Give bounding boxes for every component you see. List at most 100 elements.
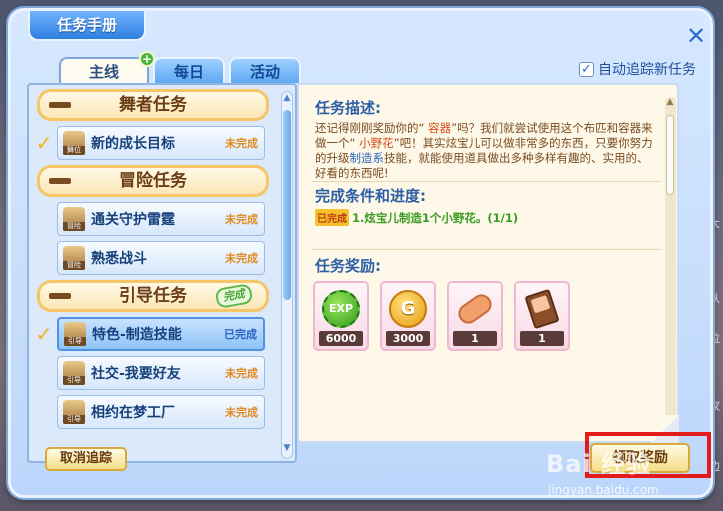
tab-label: 主线 [88, 63, 119, 81]
quest-type-icon: 冒险 [63, 207, 85, 231]
quest-item[interactable]: 冒险 通关守护雷霆 未完成 [57, 202, 265, 236]
tracked-check-icon[interactable]: ✓ [33, 322, 55, 346]
gold-coin-icon: G [389, 290, 427, 328]
category-header-adventure[interactable]: 冒险任务 [37, 165, 269, 197]
quest-name: 相约在梦工厂 [91, 405, 175, 421]
quest-status: 未完成 [225, 406, 258, 419]
quest-item[interactable]: 引导 相约在梦工厂 未完成 [57, 395, 265, 429]
quest-name: 通关守护雷霆 [91, 212, 175, 228]
auto-track-option[interactable]: ✓ 自动追踪新任务 [579, 59, 696, 79]
quest-item-selected[interactable]: 引导 特色-制造技能 已完成 [57, 317, 265, 351]
window-title: 任务手册 [28, 11, 146, 41]
chocolate-icon [524, 288, 560, 330]
quest-name: 新的成长目标 [91, 136, 175, 152]
detail-scrollbar[interactable]: ▲ ▼ [665, 97, 676, 437]
tracked-check-icon[interactable]: ✓ [33, 131, 55, 155]
reward-chocolate[interactable]: 1 [514, 281, 570, 351]
quest-item[interactable]: 舞位 新的成长目标 未完成 [57, 126, 265, 160]
scroll-thumb[interactable] [283, 110, 291, 300]
tab-bar: 主线 + 每日 活动 [59, 51, 301, 83]
description-title: 任务描述: [315, 99, 381, 117]
quest-status: 未完成 [225, 213, 258, 226]
scroll-thumb[interactable] [666, 115, 674, 195]
category-header-guide[interactable]: 引导任务 完成 [37, 280, 269, 312]
rewards-title: 任务奖励: [315, 257, 381, 275]
quest-item[interactable]: 引导 社交-我要好友 未完成 [57, 356, 265, 390]
quest-item[interactable]: 冒险 熟悉战斗 未完成 [57, 241, 265, 275]
auto-track-checkbox[interactable]: ✓ [579, 61, 594, 77]
conditions-title: 完成条件和进度: [315, 187, 426, 205]
reward-list: EXP 6000 G 3000 1 1 [313, 281, 570, 351]
quest-name: 社交-我要好友 [91, 366, 181, 382]
close-icon[interactable]: ✕ [686, 24, 706, 48]
divider [311, 181, 661, 182]
candy-icon [454, 290, 496, 328]
scroll-up-icon[interactable]: ▲ [282, 93, 292, 107]
quest-row: 冒险 通关守护雷霆 未完成 [33, 202, 275, 236]
auto-track-label: 自动追踪新任务 [598, 62, 696, 78]
quest-row: 引导 社交-我要好友 未完成 [33, 356, 275, 390]
condition-done-badge: 已完成 [315, 209, 349, 226]
highlight-skill: 制造系 [349, 151, 385, 165]
condition-row: 已完成 1.炫宝儿制造1个小野花。(1/1) [315, 209, 518, 226]
highlight-container: 容器 [428, 121, 452, 135]
quest-type-icon: 舞位 [63, 131, 85, 155]
quest-status: 未完成 [225, 367, 258, 380]
collapse-icon[interactable] [49, 102, 71, 108]
category-title: 冒险任务 [119, 171, 187, 191]
quest-status: 已完成 [224, 328, 257, 341]
cancel-track-button[interactable]: 取消追踪 [45, 447, 127, 471]
category-header-dancer[interactable]: 舞者任务 [37, 89, 269, 121]
quest-type-tag: 引导 [63, 376, 85, 385]
quest-status: 未完成 [225, 137, 258, 150]
tab-daily[interactable]: 每日 [153, 57, 225, 83]
reward-exp[interactable]: EXP 6000 [313, 281, 369, 351]
quest-status: 未完成 [225, 252, 258, 265]
quest-type-icon: 引导 [63, 400, 85, 424]
category-title: 引导任务 [119, 286, 187, 306]
exp-coin-icon: EXP [322, 290, 360, 328]
category-title: 舞者任务 [119, 95, 187, 115]
quest-type-tag: 引导 [63, 415, 85, 424]
scroll-down-icon[interactable]: ▼ [282, 443, 292, 457]
reward-count: 1 [453, 331, 497, 346]
reward-count: 1 [520, 331, 564, 346]
quest-list: 舞者任务 ✓ 舞位 新的成长目标 未完成 冒险任务 冒险 通关守护雷霆 未完成 … [33, 89, 275, 434]
watermark-url: jingyan.baidu.com [548, 483, 659, 497]
quest-type-tag: 引导 [64, 337, 86, 346]
quest-type-icon: 引导 [64, 322, 86, 346]
quest-row: 冒险 熟悉战斗 未完成 [33, 241, 275, 275]
reward-candy[interactable]: 1 [447, 281, 503, 351]
tab-label: 每日 [173, 63, 204, 81]
scroll-up-icon[interactable]: ▲ [665, 97, 675, 107]
quest-detail-panel: 任务描述: 还记得刚刚奖励你的“ 容器”吗？我们就尝试使用这个布匹和容器来做一个… [297, 83, 679, 443]
desc-segment: 还记得刚刚奖励你的“ [315, 121, 429, 135]
collapse-icon[interactable] [49, 178, 71, 184]
condition-text: 1.炫宝儿制造1个小野花。(1/1) [352, 210, 519, 225]
quest-row: ✓ 引导 特色-制造技能 已完成 [33, 317, 275, 351]
divider [311, 249, 661, 250]
quest-type-tag: 冒险 [63, 261, 85, 270]
quest-type-icon: 引导 [63, 361, 85, 385]
quest-manual-window: 任务手册 ✕ ✓ 自动追踪新任务 主线 + 每日 活动 舞者任务 ✓ 舞位 新的… [8, 8, 713, 498]
quest-name: 熟悉战斗 [91, 251, 147, 267]
reward-count: 3000 [386, 331, 430, 346]
collapse-icon[interactable] [49, 293, 71, 299]
description-text: 还记得刚刚奖励你的“ 容器”吗？我们就尝试使用这个布匹和容器来做一个“ 小野花”… [315, 121, 655, 181]
watermark-logo: Bai 经验 [546, 450, 652, 478]
quest-list-scrollbar[interactable]: ▲ ▼ [281, 91, 293, 459]
quest-type-tag: 舞位 [63, 146, 85, 155]
highlight-flower: 小野花 [359, 136, 394, 150]
reward-gold[interactable]: G 3000 [380, 281, 436, 351]
tab-event[interactable]: 活动 [229, 57, 301, 83]
reward-count: 6000 [319, 331, 363, 346]
quest-type-tag: 冒险 [63, 222, 85, 231]
tab-main[interactable]: 主线 + [59, 51, 155, 83]
quest-row: 引导 相约在梦工厂 未完成 [33, 395, 275, 429]
quest-name: 特色-制造技能 [92, 327, 182, 343]
quest-type-icon: 冒险 [63, 246, 85, 270]
quest-list-panel: 舞者任务 ✓ 舞位 新的成长目标 未完成 冒险任务 冒险 通关守护雷霆 未完成 … [27, 83, 297, 463]
completed-stamp: 完成 [214, 283, 254, 309]
tab-label: 活动 [249, 63, 280, 81]
quest-row: ✓ 舞位 新的成长目标 未完成 [33, 126, 275, 160]
